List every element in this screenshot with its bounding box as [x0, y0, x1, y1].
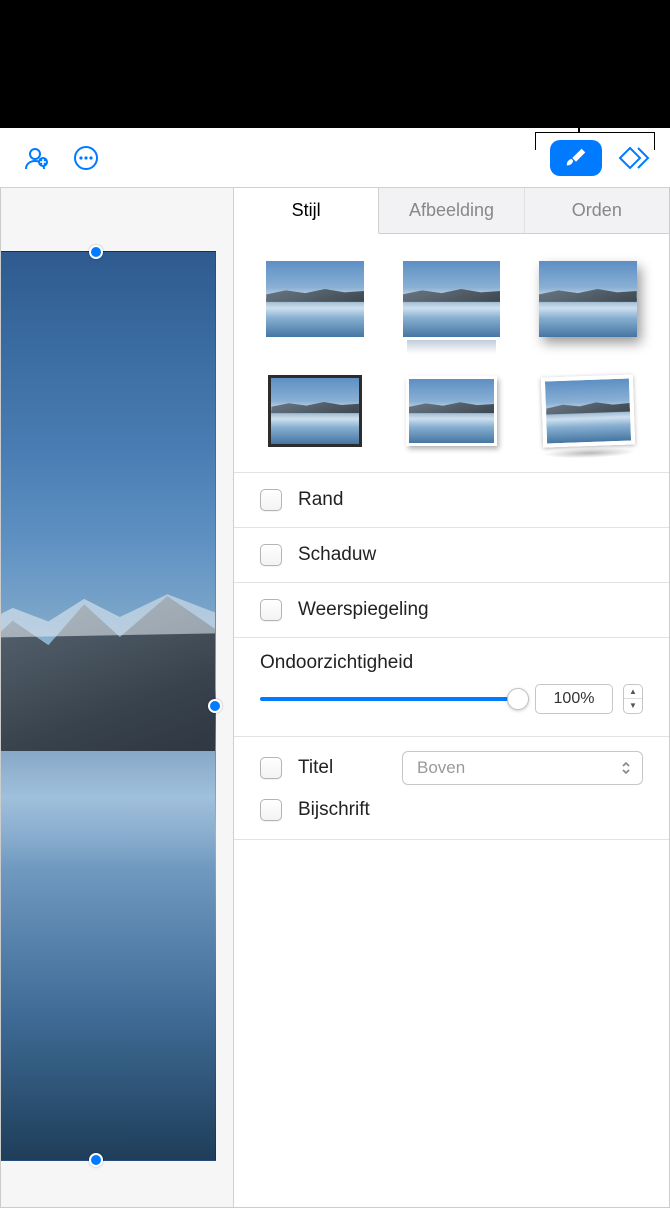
- shadow-label: Schaduw: [298, 544, 376, 566]
- title-position-dropdown[interactable]: Boven: [402, 751, 643, 785]
- reflection-row[interactable]: Weerspiegeling: [234, 583, 669, 638]
- style-preset-frame-shadow[interactable]: [398, 370, 504, 452]
- brush-icon: [563, 145, 589, 171]
- reflection-label: Weerspiegeling: [298, 599, 429, 621]
- stepper-down-icon[interactable]: ▼: [624, 699, 642, 713]
- border-label: Rand: [298, 489, 343, 511]
- opacity-section: Ondoorzichtigheid 100% ▲ ▼: [234, 638, 669, 737]
- header-black-region: [0, 0, 670, 128]
- opacity-slider[interactable]: [260, 689, 525, 709]
- selection-handle-bottom[interactable]: [89, 1153, 103, 1167]
- chevron-up-down-icon: [620, 760, 632, 776]
- style-preset-border[interactable]: [262, 370, 368, 452]
- caption-label: Bijschrift: [298, 799, 370, 821]
- selected-image[interactable]: [1, 251, 216, 1161]
- more-button[interactable]: [68, 140, 104, 176]
- callout-line: [578, 86, 580, 132]
- opacity-stepper[interactable]: ▲ ▼: [623, 684, 643, 714]
- tab-image[interactable]: Afbeelding: [379, 188, 524, 233]
- style-preset-plain[interactable]: [262, 258, 368, 340]
- reflection-checkbox[interactable]: [260, 599, 282, 621]
- title-dropdown-value: Boven: [417, 758, 465, 778]
- stepper-up-icon[interactable]: ▲: [624, 685, 642, 700]
- style-preset-shadow[interactable]: [535, 258, 641, 340]
- inspector-panel: Stijl Afbeelding Orden Rand Schaduw Weer…: [234, 188, 669, 1207]
- diamond-stack-icon: [618, 144, 650, 172]
- selection-handle-top[interactable]: [89, 245, 103, 259]
- opacity-label: Ondoorzichtigheid: [260, 652, 643, 674]
- caption-checkbox[interactable]: [260, 799, 282, 821]
- shadow-checkbox[interactable]: [260, 544, 282, 566]
- tab-style[interactable]: Stijl: [234, 188, 379, 234]
- title-checkbox[interactable]: [260, 757, 282, 779]
- title-label: Titel: [298, 757, 386, 779]
- style-preset-frame-curl[interactable]: [533, 368, 642, 453]
- opacity-slider-thumb[interactable]: [507, 688, 529, 710]
- person-add-icon: [22, 144, 50, 172]
- inspector-tabs: Stijl Afbeelding Orden: [234, 188, 669, 234]
- style-preset-reflect[interactable]: [398, 258, 504, 340]
- toolbar: [0, 128, 670, 188]
- tab-arrange[interactable]: Orden: [525, 188, 669, 233]
- shadow-row[interactable]: Schaduw: [234, 528, 669, 583]
- border-row[interactable]: Rand: [234, 473, 669, 528]
- canvas-area[interactable]: [1, 188, 234, 1207]
- style-presets-grid: [234, 234, 669, 473]
- border-checkbox[interactable]: [260, 489, 282, 511]
- ellipsis-circle-icon: [72, 144, 100, 172]
- format-button[interactable]: [550, 140, 602, 176]
- collaborate-button[interactable]: [18, 140, 54, 176]
- shape-button[interactable]: [616, 140, 652, 176]
- title-caption-section: Titel Boven Bijschrift: [234, 737, 669, 840]
- opacity-value-field[interactable]: 100%: [535, 684, 613, 714]
- selection-handle-right[interactable]: [208, 699, 222, 713]
